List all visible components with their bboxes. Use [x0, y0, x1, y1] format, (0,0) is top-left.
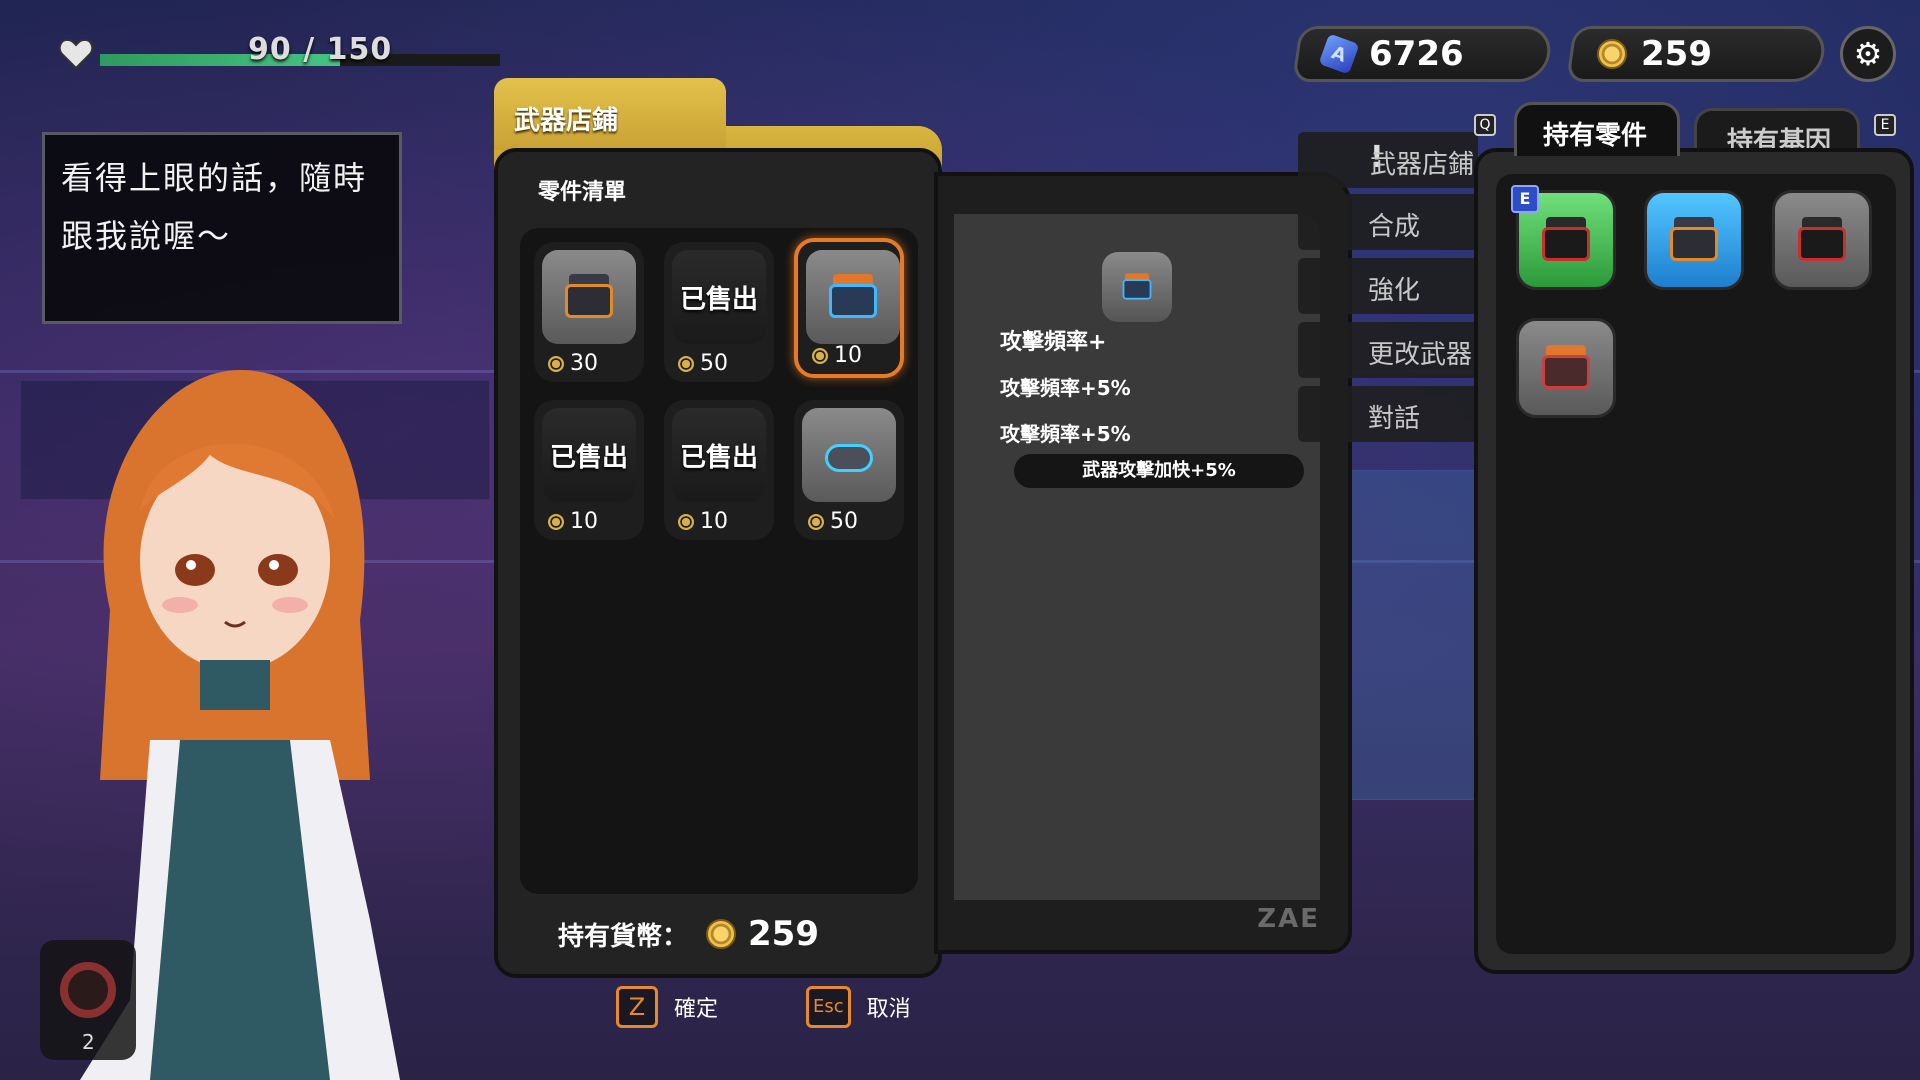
- gear-icon: ⚙: [1853, 35, 1883, 73]
- shop-item-tile: [806, 250, 900, 344]
- key-hint-q: Q: [1474, 114, 1496, 136]
- shop-item-price: 30: [548, 351, 598, 376]
- part-cylinder-cyan-icon: [819, 428, 879, 482]
- crystal-value: 6726: [1369, 34, 1464, 74]
- tab-owned-parts[interactable]: 持有零件: [1514, 102, 1680, 156]
- crystal-counter: A 6726: [1292, 26, 1554, 82]
- owned-part[interactable]: [1644, 190, 1744, 290]
- ring-item-icon: [60, 962, 116, 1018]
- part-stack-orange-icon: [1536, 341, 1596, 395]
- parts-list-title: 零件清單: [538, 180, 627, 205]
- consumable-count: 2: [82, 1030, 95, 1054]
- item-detail-body: 攻擊頻率+ 攻擊頻率+5% 攻擊頻率+5% 武器攻擊加快+5%: [954, 214, 1320, 900]
- shop-tab: 武器店鋪: [494, 78, 726, 150]
- brand-logo: ZAE: [1257, 904, 1320, 934]
- confirm-hint[interactable]: Z 確定: [616, 986, 718, 1028]
- settings-button[interactable]: ⚙: [1840, 26, 1896, 82]
- coin-icon: [678, 514, 694, 530]
- crystal-icon: A: [1318, 33, 1360, 75]
- shop-item-selected[interactable]: 10: [794, 238, 904, 378]
- dialog-line-1: 看得上眼的話，隨時: [61, 159, 368, 197]
- tab-label: 持有零件: [1543, 121, 1648, 151]
- shop-item-tile: 已售出: [542, 408, 636, 502]
- part-armor-red-icon: [1536, 213, 1596, 267]
- shop-item-tile: 已售出: [672, 250, 766, 344]
- coin-icon: [1597, 39, 1627, 69]
- shop-item-grid: 30 已售出 50 10 已售出 10 已售出 10 50: [520, 228, 918, 894]
- z-key-icon: Z: [616, 986, 658, 1028]
- esc-key-icon: Esc: [806, 986, 851, 1028]
- item-detail-panel: 攻擊頻率+ 攻擊頻率+5% 攻擊頻率+5% 武器攻擊加快+5% ZAE: [934, 172, 1352, 954]
- heart-icon: [58, 38, 94, 70]
- part-box-orange-icon: [1664, 213, 1724, 267]
- shop-item[interactable]: 已售出 10: [534, 400, 644, 540]
- shop-item-price: 10: [678, 509, 728, 534]
- item-detail-line: 攻擊頻率+5%: [1000, 422, 1131, 446]
- part-armor-red-icon: [1792, 213, 1852, 267]
- shop-menu: ! 武器店鋪 合成 強化 更改武器 對話: [1298, 122, 1478, 462]
- owned-parts-grid: E: [1496, 174, 1896, 954]
- shop-item-price: 10: [812, 343, 862, 368]
- menu-item-label: 合成: [1368, 212, 1421, 242]
- item-detail-title: 攻擊頻率+: [1000, 330, 1107, 355]
- dialog-line-2: 跟我說喔～: [61, 217, 232, 255]
- shop-item-tile: 已售出: [672, 408, 766, 502]
- held-currency: 持有貨幣： 259: [558, 914, 819, 954]
- coin-icon: [548, 356, 564, 372]
- shop-item-price: 50: [678, 351, 728, 376]
- cancel-hint[interactable]: Esc 取消: [806, 986, 911, 1028]
- menu-item-talk[interactable]: 對話: [1298, 386, 1478, 442]
- consumable-slot[interactable]: 2: [40, 940, 136, 1060]
- cancel-label: 取消: [866, 997, 911, 1022]
- shop-item-tile: [802, 408, 896, 502]
- menu-item-label: 對話: [1368, 404, 1421, 434]
- shop-item-price: 10: [548, 509, 598, 534]
- npc-dialog-box: 看得上眼的話，隨時 跟我說喔～: [42, 132, 402, 324]
- shop-item[interactable]: 50: [794, 400, 904, 540]
- coin-icon: [808, 514, 824, 530]
- menu-item-enhance[interactable]: 強化: [1298, 258, 1478, 314]
- shop-item[interactable]: 30: [534, 242, 644, 382]
- part-stack-orange-blue-icon: [1119, 271, 1155, 303]
- confirm-label: 確定: [674, 997, 719, 1022]
- menu-item-change-weapon[interactable]: 更改武器: [1298, 322, 1478, 378]
- menu-item-synthesis[interactable]: 合成: [1298, 194, 1478, 250]
- part-stack-orange-blue-icon: [823, 270, 883, 324]
- hp-bar: 90 / 150: [48, 32, 500, 74]
- shop-item[interactable]: 已售出 50: [664, 242, 774, 382]
- selected-part-icon: [1102, 252, 1172, 322]
- hp-text: 90 / 150: [248, 32, 393, 67]
- menu-item-weapon-shop[interactable]: ! 武器店鋪: [1298, 132, 1478, 188]
- sold-out-label: 已售出: [549, 442, 628, 473]
- coin-icon: [812, 348, 828, 364]
- owned-parts-panel: E: [1474, 148, 1914, 974]
- shop-tab-label: 武器店鋪: [514, 106, 619, 136]
- owned-part[interactable]: E: [1511, 185, 1616, 290]
- item-detail-effect: 武器攻擊加快+5%: [1014, 454, 1304, 488]
- sold-out-label: 已售出: [679, 442, 758, 473]
- held-currency-label: 持有貨幣：: [558, 921, 689, 952]
- bg-window: [1350, 470, 1480, 800]
- coin-icon: [678, 356, 694, 372]
- menu-item-label: 武器店鋪: [1370, 150, 1475, 180]
- coin-value: 259: [1641, 34, 1712, 74]
- shop-item-price: 50: [808, 509, 858, 534]
- coin-icon: [706, 919, 737, 949]
- owned-part[interactable]: [1516, 318, 1616, 418]
- equipped-badge: E: [1511, 185, 1539, 213]
- coin-icon: [548, 514, 564, 530]
- part-box-orange-icon: [559, 270, 619, 324]
- key-hint-e: E: [1874, 114, 1896, 136]
- sold-out-label: 已售出: [679, 284, 758, 315]
- item-detail-line: 攻擊頻率+5%: [1000, 376, 1131, 400]
- menu-item-label: 更改武器: [1368, 340, 1473, 370]
- coin-counter: 259: [1566, 26, 1828, 82]
- owned-part[interactable]: [1772, 190, 1872, 290]
- held-currency-value: 259: [748, 914, 819, 954]
- shop-item-tile: [542, 250, 636, 344]
- shop-panel: 零件清單 30 已售出 50 10 已售出 10 已售出 10 50 持有貨幣：…: [494, 148, 942, 978]
- shop-item[interactable]: 已售出 10: [664, 400, 774, 540]
- menu-item-label: 強化: [1368, 276, 1421, 306]
